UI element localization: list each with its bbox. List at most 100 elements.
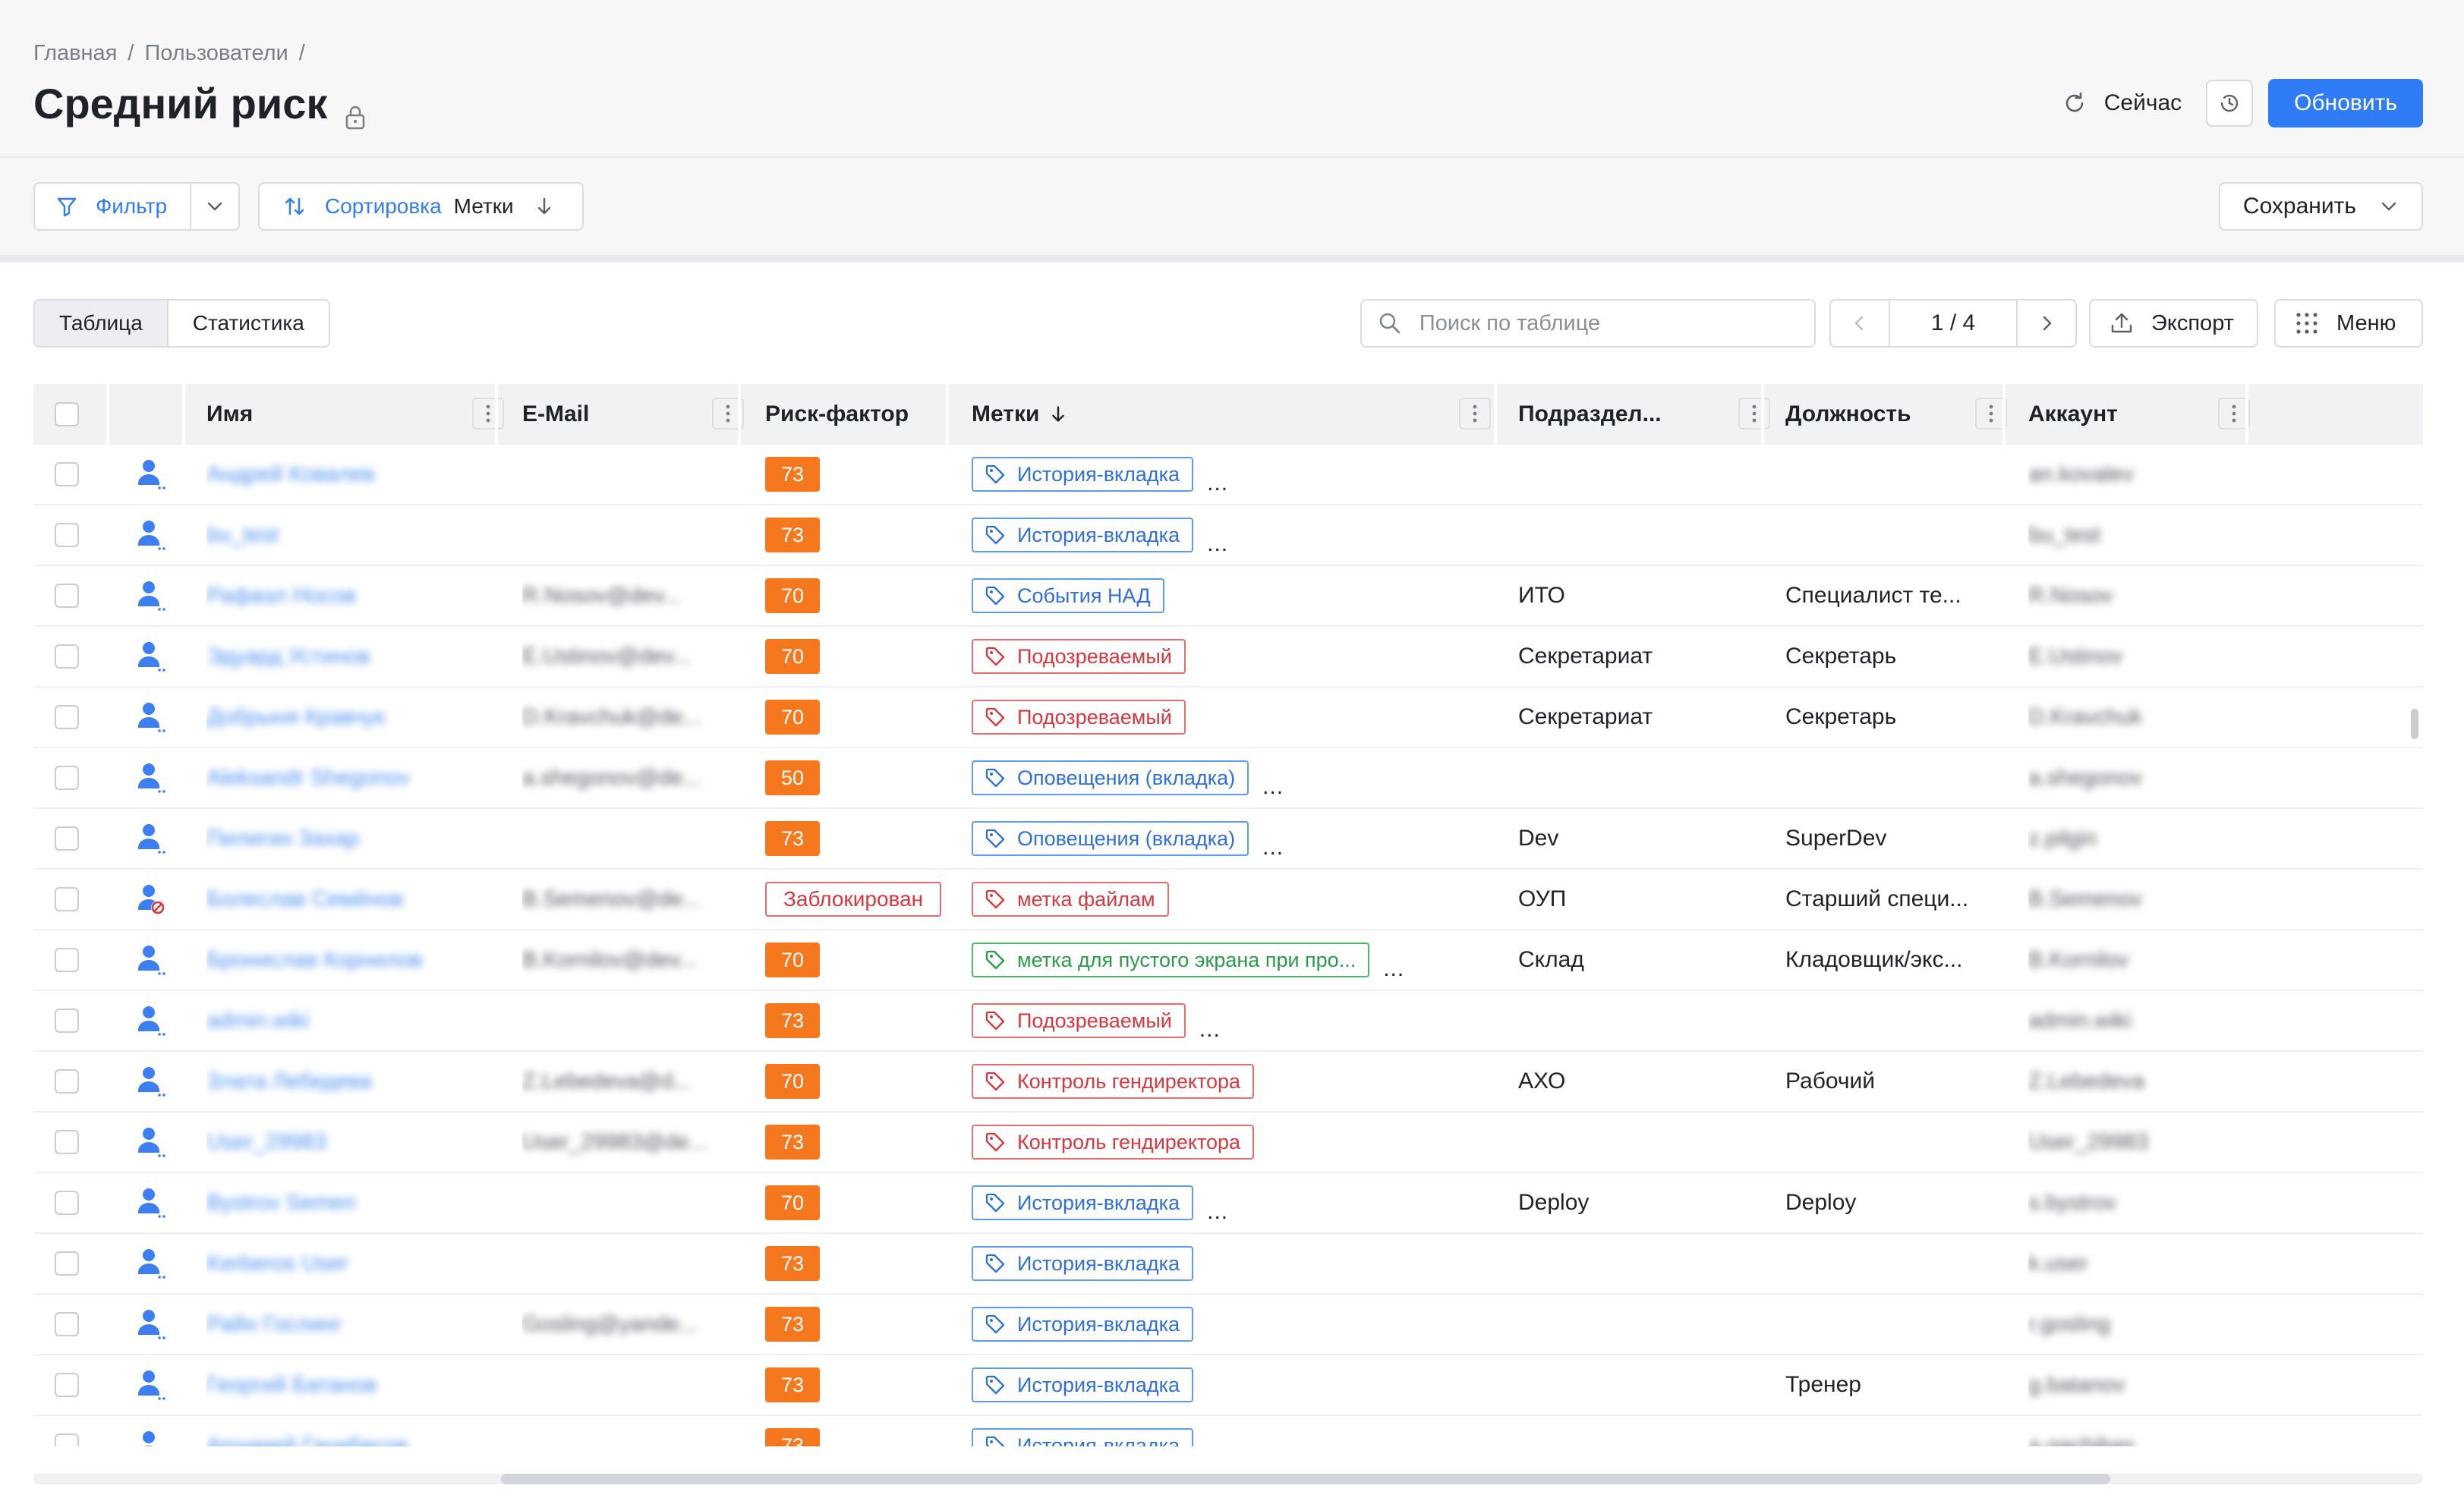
- tag-chip[interactable]: Оповещения (вкладка): [972, 760, 1249, 795]
- tag-chip[interactable]: Подозреваемый: [972, 700, 1186, 735]
- export-button[interactable]: Экспорт: [2089, 299, 2258, 348]
- name-cell[interactable]: Эдуард Устинов: [206, 627, 487, 686]
- breadcrumb-home[interactable]: Главная: [33, 41, 117, 66]
- filter-button[interactable]: Фильтр: [35, 184, 192, 229]
- tag-chip[interactable]: События НАД: [972, 578, 1164, 613]
- row-checkbox[interactable]: [55, 1433, 79, 1446]
- user-name-link[interactable]: Георгий Батанов: [206, 1373, 377, 1398]
- name-cell[interactable]: Bystrov Semen: [206, 1173, 487, 1232]
- user-name-link[interactable]: Пилигин Захар: [206, 826, 359, 851]
- breadcrumb-users[interactable]: Пользователи: [144, 41, 288, 66]
- column-header-tags[interactable]: Метки: [972, 384, 1512, 445]
- horizontal-scrollbar[interactable]: [501, 1474, 2110, 1484]
- tag-chip[interactable]: История-вкладка: [972, 1428, 1194, 1446]
- more-tags-indicator[interactable]: ...: [1207, 531, 1228, 557]
- tag-chip[interactable]: История-вкладка: [972, 1246, 1194, 1281]
- more-tags-indicator[interactable]: ...: [1199, 1017, 1221, 1043]
- user-name-link[interactable]: Эдуард Устинов: [206, 644, 370, 669]
- tag-chip[interactable]: метка для пустого экрана при про...: [972, 943, 1370, 977]
- user-name-link[interactable]: Райн Гослинг: [206, 1312, 342, 1337]
- user-name-link[interactable]: User_29983: [206, 1130, 326, 1155]
- user-name-link[interactable]: Добрыня Кравчук: [206, 705, 385, 730]
- row-checkbox[interactable]: [55, 826, 79, 851]
- user-name-link[interactable]: Архимей Гачибасов: [206, 1433, 408, 1447]
- search-input[interactable]: [1417, 310, 1814, 337]
- name-cell[interactable]: admin.wiki: [206, 991, 487, 1050]
- more-tags-indicator[interactable]: ...: [1207, 1199, 1228, 1225]
- column-header-email[interactable]: E-Mail: [522, 384, 765, 445]
- row-checkbox[interactable]: [55, 1009, 79, 1033]
- row-checkbox[interactable]: [55, 887, 79, 911]
- name-cell[interactable]: Болеслав Семёнов: [206, 870, 487, 929]
- user-name-link[interactable]: Бронислав Корнилов: [206, 948, 423, 973]
- row-checkbox[interactable]: [55, 1373, 79, 1397]
- name-cell[interactable]: Злата Лебедева: [206, 1052, 487, 1111]
- column-header-risk[interactable]: Риск-фактор: [765, 384, 963, 445]
- name-cell[interactable]: Рафаэл Носов: [206, 566, 487, 625]
- tag-chip[interactable]: История-вкладка: [972, 1367, 1194, 1402]
- name-cell[interactable]: Бронислав Корнилов: [206, 930, 487, 990]
- row-checkbox[interactable]: [55, 1312, 79, 1336]
- column-menu-button[interactable]: [1738, 398, 1770, 430]
- tag-chip[interactable]: История-вкладка: [972, 457, 1194, 492]
- tab-statistics[interactable]: Статистика: [168, 301, 329, 346]
- next-page-button[interactable]: [2018, 301, 2075, 346]
- vertical-scrollbar[interactable]: [2411, 709, 2418, 739]
- user-name-link[interactable]: Aleksandr Shegonov: [206, 766, 410, 791]
- name-cell[interactable]: User_29983: [206, 1112, 487, 1172]
- name-cell[interactable]: bu_test: [206, 505, 487, 565]
- name-cell[interactable]: Пилигин Захар: [206, 809, 487, 868]
- user-name-link[interactable]: Болеслав Семёнов: [206, 887, 403, 912]
- table-row[interactable]: Андрей Ковалев 73 История-вкладка... an.kov…: [33, 445, 2423, 505]
- column-header-position[interactable]: Должность: [1785, 384, 2028, 445]
- row-checkbox[interactable]: [55, 1069, 79, 1094]
- row-checkbox[interactable]: [55, 523, 79, 547]
- table-row[interactable]: admin.wiki 73 Подозреваемый... admin.wiki: [33, 991, 2423, 1052]
- user-name-link[interactable]: Рафаэл Носов: [206, 584, 356, 609]
- table-row[interactable]: Архимей Гачибасов 73 История-вкладка a.gach…: [33, 1416, 2423, 1446]
- table-row[interactable]: Пилигин Захар 73 Оповещения (вкладка)... De…: [33, 809, 2423, 870]
- name-cell[interactable]: Aleksandr Shegonov: [206, 748, 487, 807]
- row-checkbox[interactable]: [55, 766, 79, 790]
- table-row[interactable]: bu_test 73 История-вкладка... bu_test: [33, 505, 2423, 566]
- tag-chip[interactable]: метка файлам: [972, 882, 1169, 917]
- user-name-link[interactable]: Bystrov Semen: [206, 1191, 356, 1216]
- select-all-checkbox[interactable]: [55, 402, 79, 426]
- menu-button[interactable]: Меню: [2274, 299, 2423, 348]
- table-row[interactable]: Добрыня Кравчук D.Kravchuk@de... 70 Подозре…: [33, 688, 2423, 748]
- table-row[interactable]: Райн Гослинг Gosling@yande... 73 История-вк…: [33, 1295, 2423, 1355]
- name-cell[interactable]: Добрыня Кравчук: [206, 688, 487, 747]
- user-name-link[interactable]: admin.wiki: [206, 1009, 309, 1034]
- tag-chip[interactable]: Подозреваемый: [972, 1003, 1186, 1038]
- row-checkbox[interactable]: [55, 1130, 79, 1154]
- row-checkbox[interactable]: [55, 705, 79, 729]
- name-cell[interactable]: Андрей Ковалев: [206, 445, 487, 504]
- row-checkbox[interactable]: [55, 584, 79, 608]
- row-checkbox[interactable]: [55, 1251, 79, 1276]
- table-row[interactable]: Эдуард Устинов E.Ustinov@dev... 70 Подозрев…: [33, 627, 2423, 688]
- tag-chip[interactable]: Подозреваемый: [972, 639, 1186, 674]
- row-checkbox[interactable]: [55, 1191, 79, 1215]
- more-tags-indicator[interactable]: ...: [1383, 956, 1404, 982]
- user-name-link[interactable]: Андрей Ковалев: [206, 462, 374, 487]
- name-cell[interactable]: Архимей Гачибасов: [206, 1416, 487, 1447]
- table-row[interactable]: Bystrov Semen 70 История-вкладка... Deploy D…: [33, 1173, 2423, 1234]
- column-menu-button[interactable]: [1459, 398, 1491, 430]
- row-checkbox[interactable]: [55, 948, 79, 972]
- column-header-department[interactable]: Подраздел...: [1518, 384, 1791, 445]
- name-cell[interactable]: Райн Гослинг: [206, 1295, 487, 1354]
- row-checkbox[interactable]: [55, 462, 79, 486]
- more-tags-indicator[interactable]: ...: [1262, 774, 1284, 800]
- auto-refresh-button[interactable]: [2206, 80, 2254, 127]
- save-button[interactable]: Сохранить: [2218, 182, 2423, 231]
- table-row[interactable]: Злата Лебедева Z.Lebedeva@d... 70 Контроль …: [33, 1052, 2423, 1112]
- table-row[interactable]: Рафаэл Носов R.Nosov@dev... 70 События НАД И…: [33, 566, 2423, 627]
- table-row[interactable]: User_29983 User_29983@de... 73 Контроль ген…: [33, 1112, 2423, 1173]
- table-row[interactable]: Aleksandr Shegonov a.shegonov@de... 50 Опов…: [33, 748, 2423, 809]
- name-cell[interactable]: Kerberos User: [206, 1234, 487, 1293]
- prev-page-button[interactable]: [1831, 301, 1889, 346]
- tab-table[interactable]: Таблица: [35, 301, 169, 346]
- table-row[interactable]: Болеслав Семёнов B.Semenov@de... Заблокиро…: [33, 870, 2423, 930]
- user-name-link[interactable]: bu_test: [206, 523, 279, 548]
- update-button[interactable]: Обновить: [2268, 79, 2423, 127]
